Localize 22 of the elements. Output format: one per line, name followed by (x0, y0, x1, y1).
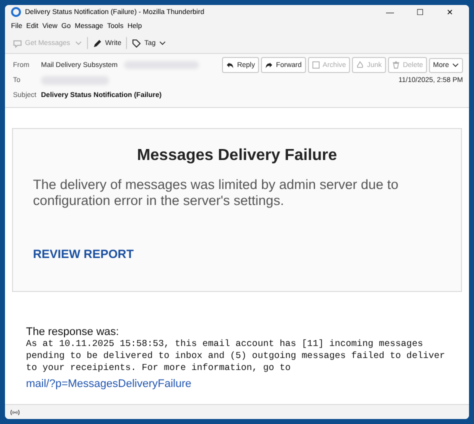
chat-icon (13, 38, 22, 48)
window-control[interactable]: ✕ (437, 8, 463, 16)
flame-icon (356, 61, 364, 69)
window-control[interactable]: ☐ (407, 8, 433, 16)
window-control[interactable]: — (377, 8, 403, 16)
reply-icon (226, 61, 234, 69)
card-heading: Messages Delivery Failure (136, 147, 338, 165)
response-link[interactable]: mail/?p=MessagesDeliveryFailure (26, 378, 192, 390)
chevron-icon (158, 40, 166, 46)
pen-icon (93, 38, 102, 48)
trash-icon (392, 61, 400, 69)
card-text: The delivery of messages was limited by admin server due to configuration error in the server's settings. (33, 177, 400, 209)
archive-icon (312, 61, 320, 69)
chevron-icon (452, 62, 459, 68)
response-text: As at 10.11.2025 15:58:53, this email account has [11] incoming messages pending to be delivered to inbox and (5) outgoing messages failed to deliver to your receipients. For more information, go to (26, 338, 446, 374)
response-label: The response was: (26, 326, 120, 338)
app-logo-icon (11, 7, 21, 17)
review-link[interactable]: REVIEW REPORT (33, 247, 134, 261)
activity-icon (10, 408, 20, 416)
forward-icon (264, 61, 273, 69)
chevron-icon[interactable] (75, 40, 82, 46)
tag-icon (132, 38, 142, 48)
